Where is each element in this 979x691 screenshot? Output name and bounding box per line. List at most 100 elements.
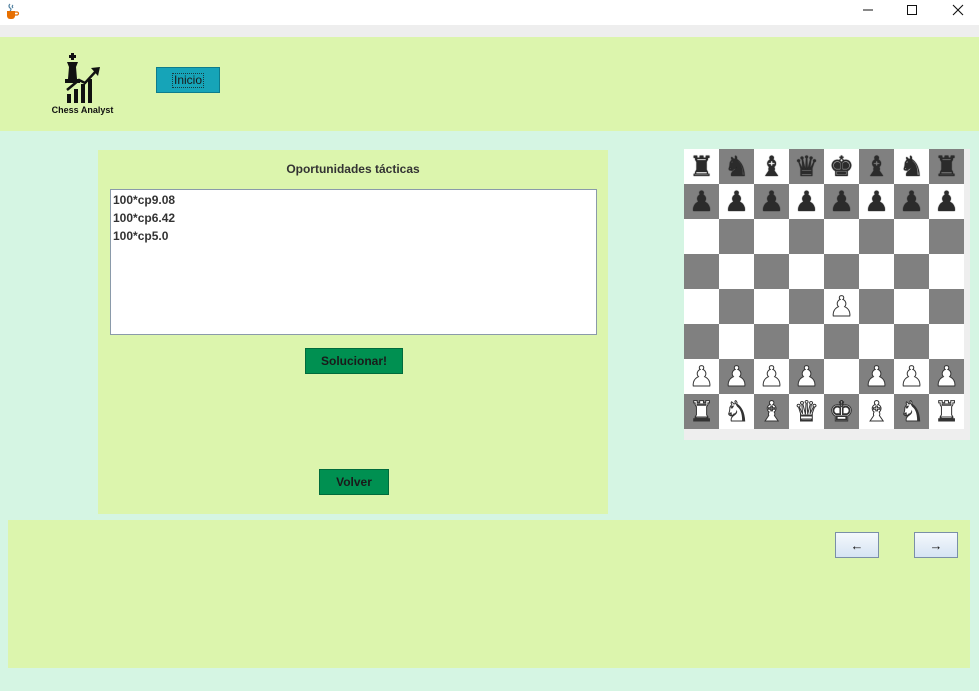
white-knight-icon[interactable]: ♞ — [723, 394, 749, 429]
square-h5[interactable] — [929, 254, 964, 289]
square-f4[interactable] — [859, 289, 894, 324]
square-d8[interactable]: ♛ — [789, 149, 824, 184]
black-pawn-icon[interactable]: ♟ — [864, 184, 889, 219]
square-e4[interactable]: ♟ — [824, 289, 859, 324]
square-e7[interactable]: ♟ — [824, 184, 859, 219]
square-c7[interactable]: ♟ — [754, 184, 789, 219]
white-pawn-icon[interactable]: ♟ — [933, 359, 959, 394]
previous-move-button[interactable]: ← — [835, 532, 879, 558]
square-d6[interactable] — [789, 219, 824, 254]
square-e5[interactable] — [824, 254, 859, 289]
square-b8[interactable]: ♞ — [719, 149, 754, 184]
square-c8[interactable]: ♝ — [754, 149, 789, 184]
square-d1[interactable]: ♛ — [789, 394, 824, 429]
square-a2[interactable]: ♟ — [684, 359, 719, 394]
square-g7[interactable]: ♟ — [894, 184, 929, 219]
square-g2[interactable]: ♟ — [894, 359, 929, 394]
square-c1[interactable]: ♝ — [754, 394, 789, 429]
square-a8[interactable]: ♜ — [684, 149, 719, 184]
square-d5[interactable] — [789, 254, 824, 289]
square-h4[interactable] — [929, 289, 964, 324]
square-g3[interactable] — [894, 324, 929, 359]
square-g5[interactable] — [894, 254, 929, 289]
square-f1[interactable]: ♝ — [859, 394, 894, 429]
white-pawn-icon[interactable]: ♟ — [863, 359, 889, 394]
square-b2[interactable]: ♟ — [719, 359, 754, 394]
black-pawn-icon[interactable]: ♟ — [899, 184, 924, 219]
close-button[interactable] — [935, 0, 979, 20]
white-pawn-icon[interactable]: ♟ — [723, 359, 749, 394]
black-pawn-icon[interactable]: ♟ — [759, 184, 784, 219]
square-a3[interactable] — [684, 324, 719, 359]
black-pawn-icon[interactable]: ♟ — [689, 184, 714, 219]
white-pawn-icon[interactable]: ♟ — [898, 359, 924, 394]
square-e1[interactable]: ♚ — [824, 394, 859, 429]
white-rook-icon[interactable]: ♜ — [933, 394, 959, 429]
black-pawn-icon[interactable]: ♟ — [934, 184, 959, 219]
black-rook-icon[interactable]: ♜ — [689, 149, 714, 184]
list-item[interactable]: 100*cp6.42 — [113, 211, 596, 229]
square-f3[interactable] — [859, 324, 894, 359]
square-d4[interactable] — [789, 289, 824, 324]
white-pawn-icon[interactable]: ♟ — [688, 359, 714, 394]
square-e3[interactable] — [824, 324, 859, 359]
square-b6[interactable] — [719, 219, 754, 254]
square-a7[interactable]: ♟ — [684, 184, 719, 219]
white-bishop-icon[interactable]: ♝ — [863, 394, 889, 429]
square-d3[interactable] — [789, 324, 824, 359]
square-h6[interactable] — [929, 219, 964, 254]
maximize-button[interactable] — [889, 0, 935, 20]
black-rook-icon[interactable]: ♜ — [934, 149, 959, 184]
tactics-list[interactable]: 100*cp9.08 100*cp6.42 100*cp5.0 — [110, 189, 597, 335]
white-king-icon[interactable]: ♚ — [828, 394, 854, 429]
white-bishop-icon[interactable]: ♝ — [758, 394, 784, 429]
back-button[interactable]: Volver — [319, 469, 389, 495]
square-h7[interactable]: ♟ — [929, 184, 964, 219]
minimize-button[interactable] — [845, 0, 891, 20]
black-pawn-icon[interactable]: ♟ — [829, 184, 854, 219]
chessboard[interactable]: ♜ ♞ ♝ ♛ ♚ ♝ ♞ ♜ ♟ ♟ ♟ ♟ ♟ ♟ ♟ ♟ ♟ ♟ ♟ ♟ ♟ ♟ ♟ ♟ ♜ ♞ ♝ ♛ ♚ ♝ ♞ ♜ — [684, 149, 964, 429]
solve-button[interactable]: Solucionar! — [305, 348, 403, 374]
next-move-button[interactable]: → — [914, 532, 958, 558]
square-f5[interactable] — [859, 254, 894, 289]
white-pawn-icon[interactable]: ♟ — [758, 359, 784, 394]
square-f7[interactable]: ♟ — [859, 184, 894, 219]
white-pawn-icon[interactable]: ♟ — [793, 359, 819, 394]
black-knight-icon[interactable]: ♞ — [724, 149, 749, 184]
square-g1[interactable]: ♞ — [894, 394, 929, 429]
black-pawn-icon[interactable]: ♟ — [724, 184, 749, 219]
square-c6[interactable] — [754, 219, 789, 254]
square-b7[interactable]: ♟ — [719, 184, 754, 219]
square-f2[interactable]: ♟ — [859, 359, 894, 394]
square-h2[interactable]: ♟ — [929, 359, 964, 394]
square-c2[interactable]: ♟ — [754, 359, 789, 394]
list-item[interactable]: 100*cp9.08 — [113, 193, 596, 211]
black-king-icon[interactable]: ♚ — [829, 149, 854, 184]
square-d7[interactable]: ♟ — [789, 184, 824, 219]
square-c3[interactable] — [754, 324, 789, 359]
square-d2[interactable]: ♟ — [789, 359, 824, 394]
square-g4[interactable] — [894, 289, 929, 324]
square-g8[interactable]: ♞ — [894, 149, 929, 184]
black-bishop-icon[interactable]: ♝ — [864, 149, 889, 184]
square-b3[interactable] — [719, 324, 754, 359]
square-a4[interactable] — [684, 289, 719, 324]
square-b4[interactable] — [719, 289, 754, 324]
square-b5[interactable] — [719, 254, 754, 289]
square-e6[interactable] — [824, 219, 859, 254]
square-a5[interactable] — [684, 254, 719, 289]
square-a1[interactable]: ♜ — [684, 394, 719, 429]
square-f8[interactable]: ♝ — [859, 149, 894, 184]
white-rook-icon[interactable]: ♜ — [688, 394, 714, 429]
white-pawn-icon[interactable]: ♟ — [828, 289, 854, 324]
square-e8[interactable]: ♚ — [824, 149, 859, 184]
square-c4[interactable] — [754, 289, 789, 324]
square-a6[interactable] — [684, 219, 719, 254]
square-h1[interactable]: ♜ — [929, 394, 964, 429]
square-e2[interactable] — [824, 359, 859, 394]
square-h8[interactable]: ♜ — [929, 149, 964, 184]
square-b1[interactable]: ♞ — [719, 394, 754, 429]
white-queen-icon[interactable]: ♛ — [793, 394, 819, 429]
black-pawn-icon[interactable]: ♟ — [794, 184, 819, 219]
square-f6[interactable] — [859, 219, 894, 254]
